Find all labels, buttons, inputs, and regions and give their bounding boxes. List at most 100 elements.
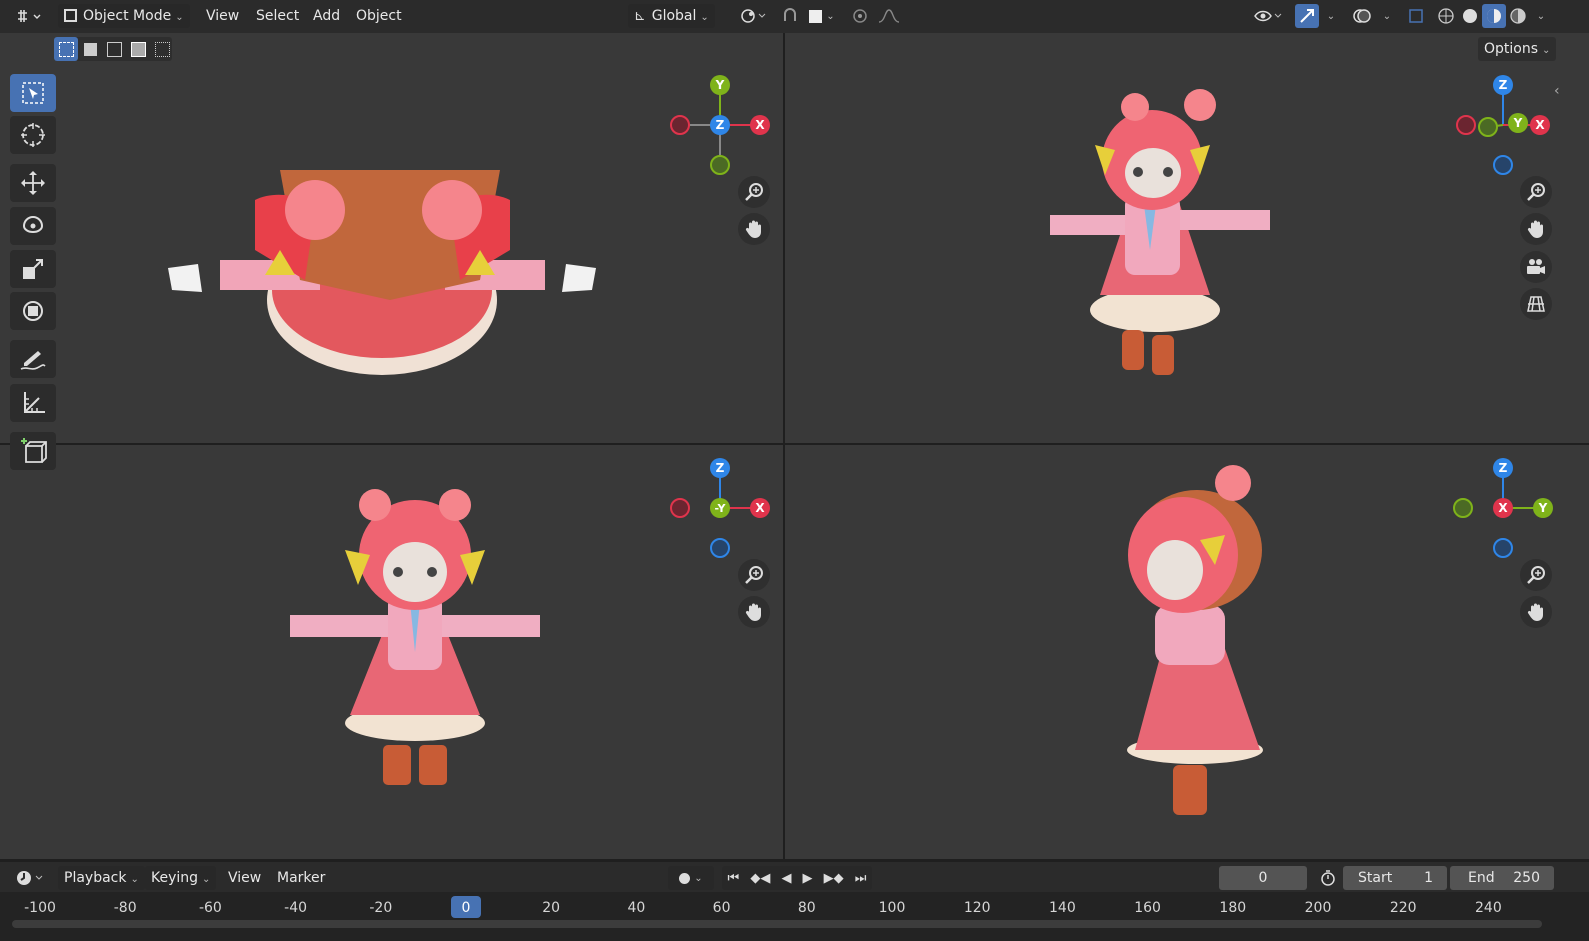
gizmo-axis-z[interactable]: Z: [710, 115, 730, 135]
character-user-perspective[interactable]: [1040, 85, 1280, 380]
solid-shading-icon[interactable]: [1458, 4, 1482, 28]
overlays-dropdown[interactable]: ⌄: [1376, 4, 1394, 28]
character-top-view[interactable]: [160, 160, 605, 380]
stopwatch-icon[interactable]: [1316, 866, 1340, 890]
gizmo-axis-z[interactable]: Z: [1493, 458, 1513, 478]
object-mode-icon: [64, 9, 77, 22]
playback-menu[interactable]: Playback ⌄: [58, 866, 145, 890]
camera-view-button[interactable]: [1520, 251, 1552, 283]
keying-menu[interactable]: Keying ⌄: [145, 866, 217, 890]
gizmo-axis-neg-z[interactable]: [710, 538, 730, 558]
rendered-shading-icon[interactable]: [1506, 4, 1530, 28]
measure-tool[interactable]: [10, 384, 56, 422]
prev-keyframe-icon[interactable]: ◆◀: [750, 871, 770, 886]
end-frame-field[interactable]: End 250: [1450, 866, 1554, 890]
gizmo-axis-x[interactable]: X: [1530, 115, 1550, 135]
end-value: 250: [1513, 870, 1540, 886]
timeline-view-menu[interactable]: View: [222, 866, 267, 890]
pan-button[interactable]: [1520, 213, 1552, 245]
annotate-tool[interactable]: [10, 340, 56, 378]
menu-object[interactable]: Object: [350, 4, 408, 28]
hand-pan-icon: [745, 603, 761, 621]
transform-icon: [23, 301, 43, 321]
gizmo-axis-y[interactable]: Y: [1533, 498, 1553, 518]
move-tool[interactable]: [10, 164, 56, 202]
ruler-tick-12: 140: [1049, 900, 1076, 916]
editor-type-button[interactable]: [10, 4, 48, 28]
snap-icon[interactable]: [778, 4, 802, 28]
menu-view[interactable]: View: [200, 4, 245, 28]
vertical-divider[interactable]: [783, 33, 785, 859]
scale-tool[interactable]: [10, 250, 56, 288]
rotate-tool[interactable]: [10, 207, 56, 245]
select-subtract-icon[interactable]: [102, 37, 126, 61]
select-invert-icon[interactable]: [126, 37, 150, 61]
pivot-point-button[interactable]: [736, 4, 770, 28]
menu-select[interactable]: Select: [250, 4, 305, 28]
gizmo-dropdown[interactable]: ⌄: [1320, 4, 1338, 28]
gizmo-axis-y[interactable]: Y: [1508, 113, 1528, 133]
zoom-button[interactable]: [738, 176, 770, 208]
gizmo-axis-neg-x[interactable]: [670, 115, 690, 135]
select-box-tool[interactable]: [10, 74, 56, 112]
zoom-button[interactable]: [1520, 176, 1552, 208]
timeline-scrollbar[interactable]: [12, 920, 1542, 928]
play-reverse-icon[interactable]: ◀: [781, 871, 791, 886]
add-cube-tool[interactable]: [10, 432, 56, 470]
gizmo-toggle-icon[interactable]: [1295, 4, 1319, 28]
snap-target-button[interactable]: ⌄: [804, 4, 840, 28]
transform-tool[interactable]: [10, 292, 56, 330]
falloff-button[interactable]: [874, 4, 910, 28]
horizontal-divider[interactable]: [0, 443, 1589, 445]
pan-button[interactable]: [1520, 596, 1552, 628]
gizmo-axis-x[interactable]: X: [750, 115, 770, 135]
orientation-dropdown[interactable]: ⊾ Global ⌄: [628, 4, 715, 28]
gizmo-axis-y[interactable]: Y: [710, 75, 730, 95]
start-frame-field[interactable]: Start 1: [1343, 866, 1447, 890]
frame-ruler[interactable]: -100 -80 -60 -40 -20 0 20 40 60 80 100 120 140 160 180…: [0, 892, 1589, 941]
character-right-view[interactable]: [1115, 455, 1285, 820]
proportional-edit-icon[interactable]: [848, 4, 872, 28]
gizmo-axis-neg-z[interactable]: [1493, 155, 1513, 175]
overlays-icon[interactable]: [1350, 4, 1374, 28]
cursor-tool[interactable]: [10, 116, 56, 154]
ortho-toggle-button[interactable]: [1520, 288, 1552, 320]
jump-end-icon[interactable]: ⏭: [855, 871, 867, 886]
gizmo-axis-neg-x[interactable]: [670, 498, 690, 518]
auto-keying-button[interactable]: ⌄: [668, 866, 714, 890]
pan-button[interactable]: [738, 213, 770, 245]
gizmo-axis-z[interactable]: Z: [1493, 75, 1513, 95]
marker-menu[interactable]: Marker: [271, 866, 331, 890]
material-shading-icon[interactable]: [1482, 4, 1506, 28]
play-icon[interactable]: ▶: [803, 871, 813, 886]
character-front-view[interactable]: [285, 480, 545, 790]
select-extend-icon[interactable]: [78, 37, 102, 61]
menu-add[interactable]: Add: [307, 4, 346, 28]
gizmo-axis-neg-x[interactable]: [1456, 115, 1476, 135]
zoom-button[interactable]: [738, 559, 770, 591]
gizmo-axis-x[interactable]: X: [750, 498, 770, 518]
shading-dropdown[interactable]: ⌄: [1530, 4, 1548, 28]
timeline-editor-type[interactable]: [10, 866, 50, 890]
next-keyframe-icon[interactable]: ▶◆: [824, 871, 844, 886]
gizmo-axis-neg-y[interactable]: [710, 155, 730, 175]
options-dropdown[interactable]: Options ⌄: [1478, 37, 1557, 61]
selection-mode-group: [54, 37, 172, 61]
gizmo-axis-z[interactable]: Z: [710, 458, 730, 478]
jump-start-icon[interactable]: ⏮: [728, 871, 740, 886]
current-frame-field[interactable]: 0: [1219, 866, 1307, 890]
gizmo-axis-neg-y[interactable]: -Y: [710, 498, 730, 518]
gizmo-axis-neg-y[interactable]: [1478, 117, 1498, 137]
zoom-button[interactable]: [1520, 559, 1552, 591]
mode-dropdown[interactable]: Object Mode ⌄: [58, 4, 190, 28]
select-new-icon[interactable]: [54, 37, 78, 61]
gizmo-axis-x[interactable]: X: [1493, 498, 1513, 518]
select-intersect-icon[interactable]: [150, 37, 174, 61]
snap-square-icon: [809, 9, 823, 23]
gizmo-axis-neg-z[interactable]: [1493, 538, 1513, 558]
wireframe-shading-icon[interactable]: [1434, 4, 1458, 28]
visibility-button[interactable]: [1250, 4, 1286, 28]
xray-icon[interactable]: [1404, 4, 1428, 28]
pan-button[interactable]: [738, 596, 770, 628]
gizmo-axis-neg-y[interactable]: [1453, 498, 1473, 518]
